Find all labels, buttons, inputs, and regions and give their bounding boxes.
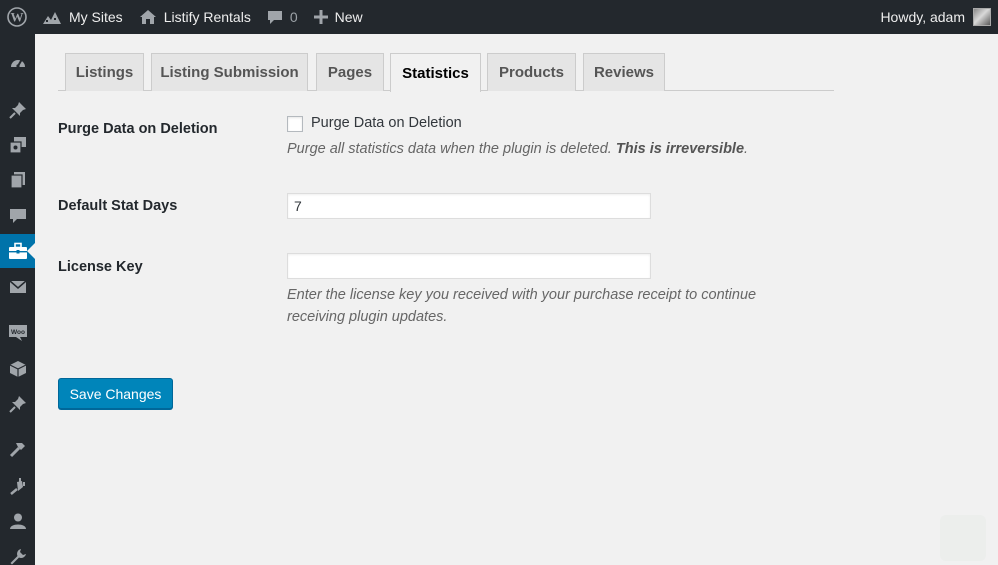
new-content-menu[interactable]: New <box>306 0 371 34</box>
purge-data-description: Purge all statistics data when the plugi… <box>287 141 749 157</box>
howdy-label: Howdy, adam <box>880 9 965 25</box>
purge-data-checkbox[interactable] <box>287 116 303 132</box>
user-icon[interactable] <box>0 504 35 538</box>
box-icon[interactable] <box>0 352 35 386</box>
plugin-icon[interactable] <box>0 469 35 503</box>
hammer-icon[interactable] <box>0 433 35 467</box>
purge-data-warning: This is irreversible <box>615 141 745 157</box>
license-key-label: License Key <box>58 259 143 275</box>
my-sites-icon <box>42 9 62 25</box>
woocommerce-icon[interactable]: Woo <box>0 316 35 350</box>
tab-products[interactable]: Products <box>487 53 576 91</box>
plus-icon <box>313 10 328 24</box>
license-key-description: Enter the license key you received with … <box>287 284 756 328</box>
wordpress-logo-icon[interactable]: W <box>0 0 34 34</box>
settings-tabs: Listings Listing Submission Pages Statis… <box>58 53 834 92</box>
tab-pages[interactable]: Pages <box>316 53 384 91</box>
license-key-description-line2: receiving plugin updates. <box>287 309 448 325</box>
pin-icon[interactable] <box>0 387 35 421</box>
pages-icon[interactable] <box>0 163 35 197</box>
my-sites-menu[interactable]: My Sites <box>34 0 131 34</box>
briefcase-icon[interactable] <box>0 234 35 268</box>
tab-reviews[interactable]: Reviews <box>583 53 665 91</box>
new-label: New <box>334 9 363 25</box>
pin-icon[interactable] <box>0 93 35 127</box>
purge-data-label: Purge Data on Deletion <box>58 121 218 137</box>
tab-listings[interactable]: Listings <box>65 53 144 91</box>
admin-sidebar: Woo <box>0 34 35 565</box>
purge-data-description-text: Purge all statistics data when the plugi… <box>287 141 612 157</box>
default-stat-days-input[interactable]: 7 <box>287 193 651 219</box>
my-sites-label: My Sites <box>69 9 123 25</box>
svg-text:W: W <box>11 10 24 25</box>
corner-widget <box>940 515 986 561</box>
media-icon[interactable] <box>0 128 35 162</box>
dashboard-icon[interactable] <box>0 46 35 80</box>
default-stat-days-label: Default Stat Days <box>58 198 178 214</box>
purge-data-checkbox-label[interactable]: Purge Data on Deletion <box>311 115 462 131</box>
tab-listing-submission[interactable]: Listing Submission <box>151 53 308 91</box>
home-icon <box>139 9 157 25</box>
avatar <box>973 8 991 26</box>
svg-text:Woo: Woo <box>11 329 25 336</box>
comments-count: 0 <box>289 9 298 25</box>
comment-bubble-icon <box>267 9 283 25</box>
site-name-menu[interactable]: Listify Rentals <box>131 0 259 34</box>
comments-icon[interactable] <box>0 199 35 233</box>
wrench-icon[interactable] <box>0 540 35 565</box>
license-key-input[interactable] <box>287 253 651 279</box>
admin-bar: W My Sites Listify Rentals 0 New Howdy, … <box>0 0 998 34</box>
license-key-description-line1: Enter the license key you received with … <box>287 287 757 303</box>
tab-statistics[interactable]: Statistics <box>390 53 481 92</box>
site-name-label: Listify Rentals <box>163 9 251 25</box>
my-account-menu[interactable]: Howdy, adam <box>872 0 998 34</box>
comments-menu[interactable]: 0 <box>259 0 306 34</box>
save-changes-button[interactable]: Save Changes <box>58 378 173 409</box>
mail-icon[interactable] <box>0 270 35 304</box>
